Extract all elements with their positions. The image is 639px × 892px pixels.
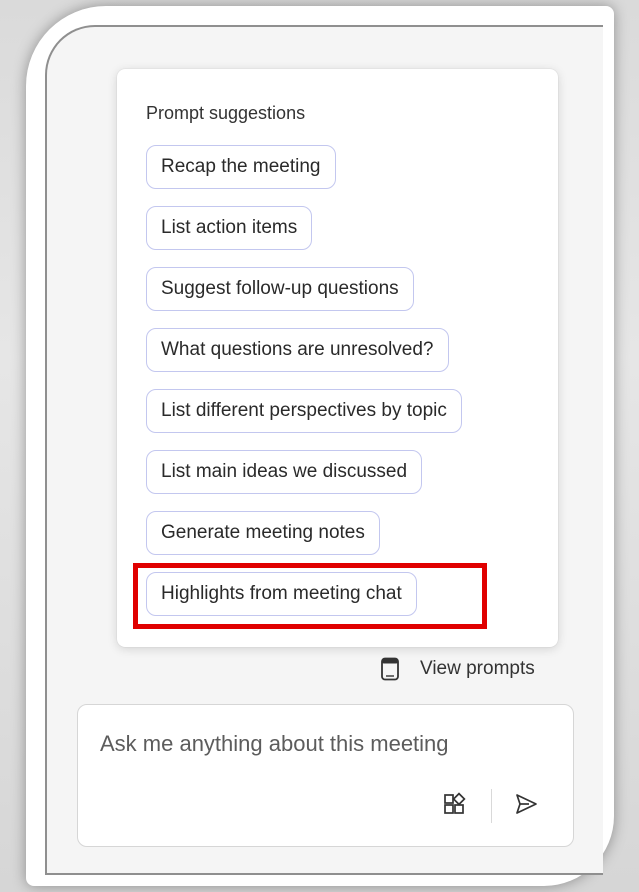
- suggestion-main-ideas[interactable]: List main ideas we discussed: [146, 450, 423, 494]
- composer-toolbar: [440, 786, 550, 826]
- suggestion-unresolved-questions[interactable]: What questions are unresolved?: [146, 328, 449, 372]
- add-apps-icon: [442, 791, 466, 821]
- send-button[interactable]: [512, 792, 540, 820]
- view-prompts-label: View prompts: [420, 658, 535, 679]
- suggestion-perspectives-by-topic[interactable]: List different perspectives by topic: [146, 389, 462, 433]
- suggestion-generate-notes[interactable]: Generate meeting notes: [146, 511, 380, 555]
- highlight-annotation-box: [133, 563, 487, 629]
- suggestion-list-action-items[interactable]: List action items: [146, 206, 313, 250]
- prompt-suggestions-title: Prompt suggestions: [146, 103, 306, 123]
- toolbar-divider: [491, 789, 492, 823]
- view-prompts-button[interactable]: View prompts: [380, 656, 535, 682]
- suggestion-recap-meeting[interactable]: Recap the meeting: [146, 145, 336, 189]
- composer-placeholder: Ask me anything about this meeting: [100, 731, 449, 756]
- send-icon: [513, 791, 539, 822]
- prompt-book-icon: [380, 657, 400, 681]
- add-apps-button[interactable]: [440, 791, 468, 821]
- suggestion-follow-up-questions[interactable]: Suggest follow-up questions: [146, 267, 414, 311]
